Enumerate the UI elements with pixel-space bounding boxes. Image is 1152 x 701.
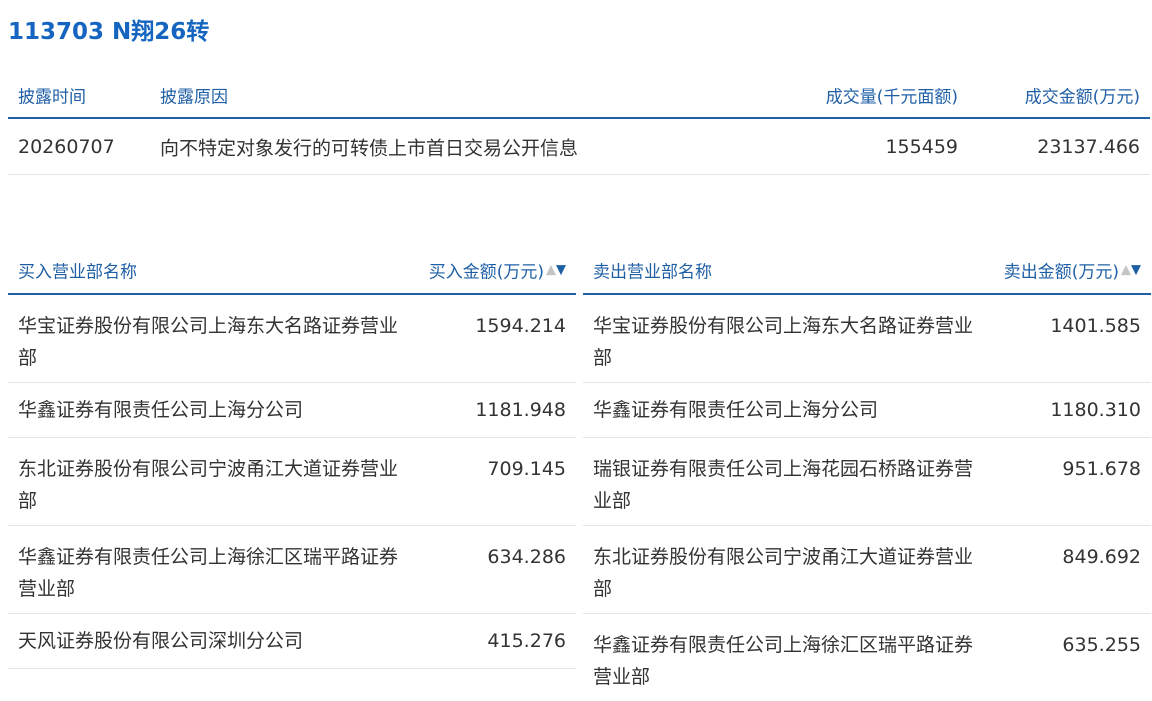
- sell-branch-name: 华宝证券股份有限公司上海东大名路证券营业部: [593, 315, 974, 369]
- table-row: 华鑫证券有限责任公司上海徐汇区瑞平路证券营业部 634.286: [8, 526, 576, 614]
- sort-up-icon: ▲: [1121, 262, 1131, 277]
- sell-branch-name: 华鑫证券有限责任公司上海分公司: [593, 399, 879, 421]
- table-row: 瑞银证券有限责任公司上海花园石桥路证券营业部 951.678: [583, 438, 1151, 526]
- sell-amount: 1180.310: [1050, 399, 1141, 421]
- sort-icon[interactable]: ▲ ▼: [1121, 262, 1141, 277]
- header-volume[interactable]: 成交量(千元面额): [826, 82, 958, 107]
- buy-branch-name: 天风证券股份有限公司深圳分公司: [18, 630, 304, 652]
- header-amount[interactable]: 成交金额(万元): [1025, 82, 1140, 107]
- table-row: 华鑫证券有限责任公司上海徐汇区瑞平路证券营业部 635.255: [583, 614, 1151, 701]
- sell-header-row: 卖出营业部名称 卖出金额(万元) ▲ ▼: [583, 246, 1151, 295]
- sell-amount-sort-header[interactable]: 卖出金额(万元) ▲ ▼: [1004, 257, 1141, 282]
- disclosure-amount: 23137.466: [1037, 135, 1140, 158]
- sort-up-icon: ▲: [546, 262, 556, 277]
- sell-amount: 951.678: [1062, 458, 1141, 480]
- sell-table: 卖出营业部名称 卖出金额(万元) ▲ ▼ 华宝证券股份有限公司上海东大名路证券营…: [583, 246, 1151, 701]
- sell-amount: 1401.585: [1050, 315, 1141, 337]
- sell-amount: 849.692: [1062, 546, 1141, 568]
- table-row: 天风证券股份有限公司深圳分公司 415.276: [8, 614, 576, 669]
- disclosure-reason: 向不特定对象发行的可转债上市首日交易公开信息: [160, 137, 579, 159]
- buy-branch-name: 东北证券股份有限公司宁波甬江大道证券营业部: [18, 458, 399, 512]
- table-row: 华宝证券股份有限公司上海东大名路证券营业部 1594.214: [8, 295, 576, 383]
- sort-icon[interactable]: ▲ ▼: [546, 262, 566, 277]
- sort-down-icon: ▼: [556, 262, 566, 277]
- buy-table: 买入营业部名称 买入金额(万元) ▲ ▼ 华宝证券股份有限公司上海东大名路证券营…: [8, 246, 576, 669]
- table-row: 东北证券股份有限公司宁波甬江大道证券营业部 849.692: [583, 526, 1151, 614]
- header-disclosure-reason[interactable]: 披露原因: [160, 82, 228, 107]
- disclosure-row: 20260707 向不特定对象发行的可转债上市首日交易公开信息 155459 2…: [8, 119, 1150, 175]
- buy-amount: 1181.948: [475, 399, 566, 421]
- buy-branch-name: 华鑫证券有限责任公司上海徐汇区瑞平路证券营业部: [18, 546, 399, 600]
- sell-name-header: 卖出营业部名称: [593, 262, 712, 282]
- sell-amount-header-label: 卖出金额(万元): [1003, 262, 1119, 282]
- table-row: 东北证券股份有限公司宁波甬江大道证券营业部 709.145: [8, 438, 576, 526]
- sell-amount: 635.255: [1062, 634, 1141, 656]
- sort-down-icon: ▼: [1131, 262, 1141, 277]
- buy-amount-header-label: 买入金额(万元): [428, 262, 544, 282]
- buy-name-header: 买入营业部名称: [18, 262, 137, 282]
- disclosure-header-row: 披露时间 披露原因 成交量(千元面额) 成交金额(万元): [8, 72, 1150, 119]
- buy-amount: 709.145: [487, 458, 566, 480]
- buy-amount: 634.286: [487, 546, 566, 568]
- buy-branch-name: 华鑫证券有限责任公司上海分公司: [18, 399, 304, 421]
- disclosure-date: 20260707: [18, 135, 115, 158]
- buy-amount-sort-header[interactable]: 买入金额(万元) ▲ ▼: [429, 257, 566, 282]
- buy-amount: 1594.214: [475, 315, 566, 337]
- page-title: 113703 N翔26转: [8, 19, 210, 45]
- table-row: 华鑫证券有限责任公司上海分公司 1181.948: [8, 383, 576, 438]
- buy-branch-name: 华宝证券股份有限公司上海东大名路证券营业部: [18, 315, 399, 369]
- buy-amount: 415.276: [487, 630, 566, 652]
- sell-branch-name: 瑞银证券有限责任公司上海花园石桥路证券营业部: [593, 458, 974, 512]
- disclosure-table: 披露时间 披露原因 成交量(千元面额) 成交金额(万元) 20260707 向不…: [8, 72, 1150, 175]
- disclosure-volume: 155459: [885, 135, 958, 158]
- table-row: 华鑫证券有限责任公司上海分公司 1180.310: [583, 383, 1151, 438]
- table-row: 华宝证券股份有限公司上海东大名路证券营业部 1401.585: [583, 295, 1151, 383]
- sell-branch-name: 华鑫证券有限责任公司上海徐汇区瑞平路证券营业部: [593, 634, 974, 688]
- sell-branch-name: 东北证券股份有限公司宁波甬江大道证券营业部: [593, 546, 974, 600]
- buy-header-row: 买入营业部名称 买入金额(万元) ▲ ▼: [8, 246, 576, 295]
- header-disclosure-date[interactable]: 披露时间: [18, 82, 86, 107]
